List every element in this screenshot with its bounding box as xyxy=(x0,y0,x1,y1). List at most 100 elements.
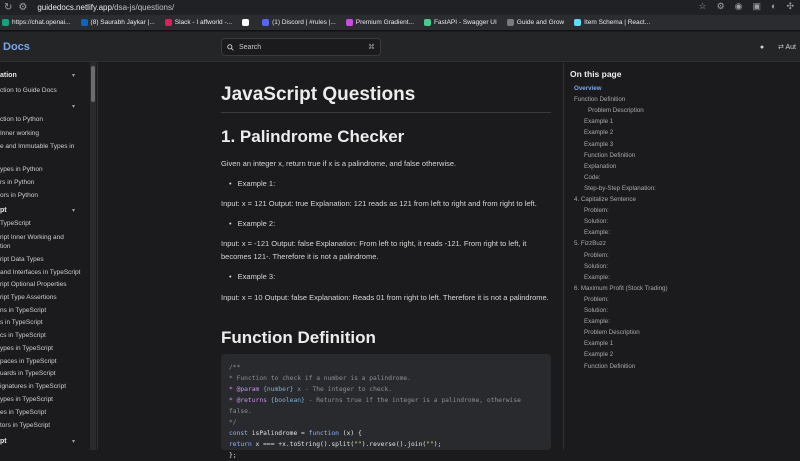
sidebar-category[interactable]: pt xyxy=(0,438,7,445)
sidebar-item[interactable]: tors in TypeScript xyxy=(0,422,50,429)
extension-icon-4[interactable]: ◐ xyxy=(771,1,776,12)
sidebar-item[interactable]: uards in TypeScript xyxy=(0,370,56,377)
sidebar-item[interactable]: es in TypeScript xyxy=(0,409,46,416)
toc-link[interactable]: Problem Description xyxy=(584,329,640,336)
sidebar-item[interactable]: ypes in TypeScript xyxy=(0,345,53,352)
bookmark-item[interactable]: (1) Discord | #rules |... xyxy=(262,19,336,26)
bookmark-label: Premium Gradient... xyxy=(355,19,414,26)
toc-link[interactable]: Example 3 xyxy=(584,141,613,148)
browser-toolbar: ↻ ⚙ guidedocs.netlify.app/dsa-js/questio… xyxy=(0,0,800,15)
toc-link[interactable]: Function Definition xyxy=(574,96,625,103)
toc-link[interactable]: Solution: xyxy=(584,218,608,225)
chevron-down-icon[interactable]: ▾ xyxy=(72,207,75,214)
site-brand[interactable]: Docs xyxy=(3,41,30,53)
chevron-down-icon[interactable]: ▾ xyxy=(72,72,75,79)
sidebar-item-label: ction to Guide Docs xyxy=(0,87,57,94)
bookmark-item[interactable]: FastAPI - Swagger UI xyxy=(423,19,497,26)
sidebar-item[interactable]: ript Inner Working and xyxy=(0,234,64,241)
site-navbar: Docs xyxy=(0,32,800,62)
toc-link[interactable]: Problem: xyxy=(584,252,609,259)
sidebar-category[interactable]: ation xyxy=(0,72,17,79)
search-input[interactable]: Search ⌘ xyxy=(221,38,381,56)
bookmark-item[interactable] xyxy=(242,19,252,26)
sidebar-item[interactable]: cs in TypeScript xyxy=(0,332,46,339)
toc-link[interactable]: Example: xyxy=(584,229,610,236)
toc-link[interactable]: Solution: xyxy=(584,307,608,314)
url-path: /dsa-js/questions/ xyxy=(111,3,175,12)
example-1-text: Input: x = 121 Output: true Explanation:… xyxy=(221,199,537,208)
toc-link[interactable]: Example 1 xyxy=(584,340,613,347)
toc-link[interactable]: Solution: xyxy=(584,263,608,270)
sidebar-item[interactable]: ypes in TypeScript xyxy=(0,396,53,403)
puzzle-icon[interactable]: ✣ xyxy=(786,1,794,12)
toc-link[interactable]: Example 1 xyxy=(584,118,613,125)
extension-icon[interactable]: ⚙ xyxy=(717,1,725,12)
reload-icon[interactable]: ↻ xyxy=(4,2,12,13)
sidebar-item[interactable]: ction to Guide Docs xyxy=(0,87,57,94)
sidebar-item[interactable]: tion xyxy=(0,243,10,250)
sidebar-item[interactable]: rs in Python xyxy=(0,179,34,186)
extension-icon-3[interactable]: ▣ xyxy=(753,1,762,12)
toc-link[interactable]: 6. Maximum Profit (Stock Trading) xyxy=(574,285,668,292)
bookmark-item[interactable]: (8) Saurabh Jaykar |... xyxy=(80,19,155,26)
sidebar-item-label: ignatures in TypeScript xyxy=(0,383,66,390)
bookmark-label: (8) Saurabh Jaykar |... xyxy=(90,19,155,26)
bookmark-item[interactable]: https://chat.openai... xyxy=(2,19,71,26)
toc-link[interactable]: Problem Description xyxy=(588,107,644,114)
bookmark-label: Item Schema | React... xyxy=(584,19,651,26)
sidebar-item-label: ript Type Assertions xyxy=(0,294,57,301)
extension-icon-2[interactable]: ◉ xyxy=(735,1,743,12)
sidebar-item[interactable]: paces in TypeScript xyxy=(0,358,57,365)
auth-label: Aut xyxy=(785,44,796,51)
sidebar-item[interactable]: ors in Python xyxy=(0,192,38,199)
toc-link[interactable]: 4. Capitalize Sentence xyxy=(574,196,636,203)
toc-link[interactable]: Example 2 xyxy=(584,351,613,358)
toc-link[interactable]: Explanation xyxy=(584,163,616,170)
auth-link[interactable]: ⇄ Aut xyxy=(778,43,796,51)
code-token: return xyxy=(229,441,252,448)
sidebar-item[interactable]: ignatures in TypeScript xyxy=(0,383,66,390)
star-icon[interactable]: ☆ xyxy=(698,1,706,12)
github-icon[interactable]: ● xyxy=(760,44,764,51)
sidebar-item[interactable]: ript Data Types xyxy=(0,256,44,263)
toc-link[interactable]: Function Definition xyxy=(584,152,635,159)
sidebar-item[interactable]: ript Optional Properties xyxy=(0,281,66,288)
toc-link[interactable]: Example: xyxy=(584,274,610,281)
sidebar-item[interactable]: ns in TypeScript xyxy=(0,307,46,314)
bookmark-item[interactable]: Premium Gradient... xyxy=(345,19,414,26)
sidebar-category[interactable]: pt xyxy=(0,207,7,214)
sidebar-item[interactable]: ript Type Assertions xyxy=(0,294,57,301)
chevron-down-icon[interactable]: ▾ xyxy=(72,438,75,445)
sidebar-scrollbar-track[interactable] xyxy=(90,62,96,450)
code-line: /** xyxy=(229,364,241,371)
toc-link[interactable]: Code: xyxy=(584,174,601,181)
bookmark-item[interactable]: Guide and Grow xyxy=(506,19,564,26)
sidebar-item[interactable]: Inner working xyxy=(0,130,39,137)
sidebar-item-label: rs in Python xyxy=(0,179,35,186)
bookmark-favicon-icon xyxy=(345,19,353,26)
code-line: * @returns {boolean} - Returns true if t… xyxy=(229,395,543,417)
sidebar-item-label: ript Data Types xyxy=(0,256,44,263)
sidebar-item[interactable]: ction to Python xyxy=(0,116,43,123)
toc-link[interactable]: Example 2 xyxy=(584,129,613,136)
toc-link[interactable]: Step-by-Step Explanation: xyxy=(584,185,656,192)
toc-link[interactable]: Problem: xyxy=(584,296,609,303)
sidebar-item-label: paces in TypeScript xyxy=(0,358,57,365)
bookmark-item[interactable]: Item Schema | React... xyxy=(574,19,650,26)
toc-link[interactable]: Problem: xyxy=(584,207,609,214)
address-bar[interactable]: guidedocs.netlify.app/dsa-js/questions/ xyxy=(37,3,174,12)
toc-link[interactable]: Function Definition xyxy=(584,363,635,370)
toc-link[interactable]: 5. FizzBuzz xyxy=(574,240,606,247)
code-token: x - The integer to check. xyxy=(293,386,393,393)
bookmark-item[interactable]: Slack - I affworld -... xyxy=(164,19,232,26)
sidebar-item[interactable]: s in TypeScript xyxy=(0,319,43,326)
toc-link[interactable]: Example: xyxy=(584,318,610,325)
sidebar-item[interactable]: e and Immutable Types in xyxy=(0,143,74,150)
sidebar-scrollbar-thumb[interactable] xyxy=(91,66,95,102)
sidebar-item[interactable]: ypes in Python xyxy=(0,166,43,173)
sidebar-item[interactable]: and Interfaces in TypeScript xyxy=(0,269,80,276)
sidebar-item[interactable]: TypeScript xyxy=(0,220,31,227)
chevron-down-icon[interactable]: ▾ xyxy=(72,103,75,110)
site-info-icon[interactable]: ⚙ xyxy=(18,2,27,13)
toc-link[interactable]: Overview xyxy=(574,85,602,92)
